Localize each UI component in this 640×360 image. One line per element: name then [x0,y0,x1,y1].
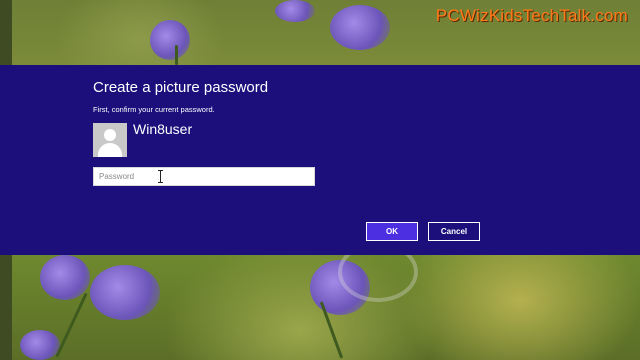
password-input[interactable] [93,167,315,186]
lavender-flower [275,0,315,22]
avatar-head [104,129,116,141]
ok-button[interactable]: OK [366,222,418,241]
avatar-body [98,143,122,157]
flower-stem [175,45,178,65]
user-avatar-icon [93,123,127,157]
lavender-flower [90,265,160,320]
lavender-flower [20,330,60,360]
watermark: PCWizKidsTechTalk.com [435,6,628,25]
cancel-button[interactable]: Cancel [428,222,480,241]
dialog-title: Create a picture password [93,79,269,96]
lavender-flower [40,255,90,300]
dialog-subtitle: First, confirm your current password. [93,105,215,114]
username: Win8user [133,121,193,137]
picture-password-dialog: Create a picture password First, confirm… [0,65,640,255]
text-cursor-icon [158,170,164,183]
lavender-flower [330,5,390,50]
lavender-flower [150,20,190,60]
